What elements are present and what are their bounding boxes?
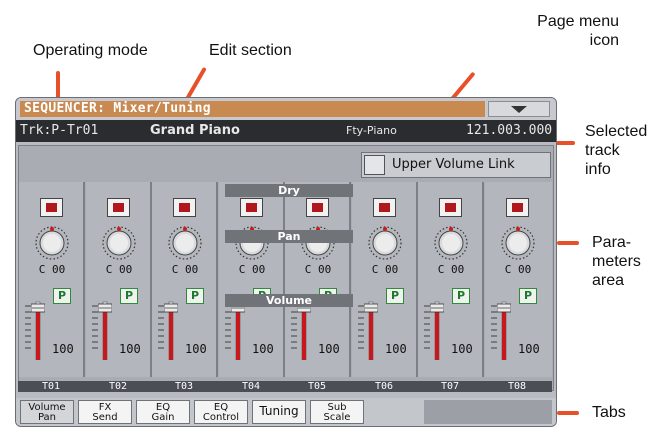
label-edit-section: Edit section <box>209 42 292 59</box>
channel-strip: C 00 P 100 <box>86 182 152 377</box>
tab-fx-send[interactable]: FX Send <box>78 400 132 424</box>
program-bank: Fty-Piano <box>346 124 397 137</box>
parameters-area: Upper Volume Link C 00 P 100 C 00 P 100 … <box>18 145 554 391</box>
pan-knob[interactable] <box>168 226 202 260</box>
track-number-label: T04 <box>241 381 261 392</box>
label-parameters-area: Para-meters area <box>592 234 641 289</box>
pan-knob[interactable] <box>501 226 535 260</box>
pan-value: C 00 <box>504 263 532 276</box>
dry-toggle-button[interactable] <box>506 198 529 217</box>
tab-tuning[interactable]: Tuning <box>252 400 306 424</box>
pan-knob[interactable] <box>35 226 69 260</box>
track-number-label: T08 <box>507 381 527 392</box>
volume-value: 100 <box>185 342 207 356</box>
section-label-pan: Pan <box>225 230 353 243</box>
pan-value: C 00 <box>304 263 332 276</box>
track-number-label: T01 <box>41 381 61 392</box>
play-button[interactable]: P <box>452 288 470 304</box>
section-label-dry: Dry <box>225 184 353 197</box>
pan-value: C 00 <box>38 263 66 276</box>
page-title: SEQUENCER: Mixer/Tuning <box>20 101 485 117</box>
volume-value: 100 <box>52 342 74 356</box>
volume-value: 100 <box>451 342 473 356</box>
pan-value: C 00 <box>171 263 199 276</box>
tab-bar: Volume Pan FX Send EQ Gain EQ Control Tuning Sub S… <box>16 398 556 426</box>
dry-toggle-button[interactable] <box>373 198 396 217</box>
tab-eq-control[interactable]: EQ Control <box>194 400 248 424</box>
track-numbers: T01 T02 T03 T04 T05 T06 T07 T08 <box>18 381 552 392</box>
volume-fader[interactable] <box>496 294 512 361</box>
dry-toggle-button[interactable] <box>40 198 63 217</box>
pan-knob[interactable] <box>434 226 468 260</box>
pan-knob[interactable] <box>102 226 136 260</box>
upper-volume-link[interactable]: Upper Volume Link <box>361 152 551 178</box>
callout-params-area <box>557 241 579 245</box>
tab-eq-gain[interactable]: EQ Gain <box>136 400 190 424</box>
volume-value: 100 <box>252 342 274 356</box>
volume-fader[interactable] <box>30 294 46 361</box>
callout-tabs <box>557 411 579 415</box>
channel-strip: C 00 P 100 <box>485 182 552 377</box>
title-bar: SEQUENCER: Mixer/Tuning <box>16 98 556 120</box>
channel-strip: C 00 P 100 <box>285 182 351 377</box>
volume-value: 100 <box>518 342 540 356</box>
tab-sub-scale[interactable]: Sub Scale <box>310 400 364 424</box>
selected-track-info: Trk:P-Tr01 Grand Piano Fty-Piano 121.003… <box>16 120 556 142</box>
channel-strip: C 00 P 100 <box>19 182 85 377</box>
program-name: Grand Piano <box>150 123 240 138</box>
play-button[interactable]: P <box>53 288 71 304</box>
label-page-menu-icon: Page menu icon <box>537 13 619 49</box>
play-button[interactable]: P <box>186 288 204 304</box>
upper-volume-link-label: Upper Volume Link <box>392 157 515 172</box>
dry-toggle-button[interactable] <box>107 198 130 217</box>
pan-value: C 00 <box>371 263 399 276</box>
tab-volume-pan[interactable]: Volume Pan <box>20 400 74 424</box>
device-screen: SEQUENCER: Mixer/Tuning Trk:P-Tr01 Grand… <box>15 97 557 427</box>
label-selected-track-info: Selected track info <box>585 123 648 178</box>
chevron-down-icon <box>511 106 527 113</box>
section-label-volume: Volume <box>225 294 353 307</box>
dry-toggle-button[interactable] <box>240 198 263 217</box>
play-button[interactable]: P <box>386 288 404 304</box>
play-button[interactable]: P <box>519 288 537 304</box>
pan-value: C 00 <box>238 263 266 276</box>
volume-value: 100 <box>119 342 141 356</box>
channel-strip: C 00 P 100 <box>219 182 285 377</box>
volume-fader[interactable] <box>429 294 445 361</box>
track-number-label: T05 <box>307 381 327 392</box>
track-id: Trk:P-Tr01 <box>20 123 99 138</box>
volume-value: 100 <box>385 342 407 356</box>
play-button[interactable]: P <box>120 288 138 304</box>
volume-fader[interactable] <box>163 294 179 361</box>
song-position: 121.003.000 <box>466 123 553 138</box>
volume-fader[interactable] <box>363 294 379 361</box>
channel-strip: C 00 P 100 <box>418 182 484 377</box>
pan-value: C 00 <box>105 263 133 276</box>
dry-toggle-button[interactable] <box>173 198 196 217</box>
dry-toggle-button[interactable] <box>439 198 462 217</box>
track-number-label: T02 <box>108 381 128 392</box>
pan-knob[interactable] <box>368 226 402 260</box>
volume-value: 100 <box>318 342 340 356</box>
tab-bar-filler <box>424 400 552 424</box>
label-tabs: Tabs <box>592 404 626 421</box>
upper-volume-link-checkbox[interactable] <box>364 155 385 175</box>
dry-toggle-button[interactable] <box>306 198 329 217</box>
page-menu-button[interactable] <box>488 101 550 117</box>
channel-strip: C 00 P 100 <box>352 182 418 377</box>
label-operating-mode: Operating mode <box>33 42 148 59</box>
volume-fader[interactable] <box>97 294 113 361</box>
pan-value: C 00 <box>437 263 465 276</box>
track-number-label: T03 <box>174 381 194 392</box>
track-number-label: T06 <box>374 381 394 392</box>
track-number-label: T07 <box>440 381 460 392</box>
channel-strip: C 00 P 100 <box>152 182 218 377</box>
